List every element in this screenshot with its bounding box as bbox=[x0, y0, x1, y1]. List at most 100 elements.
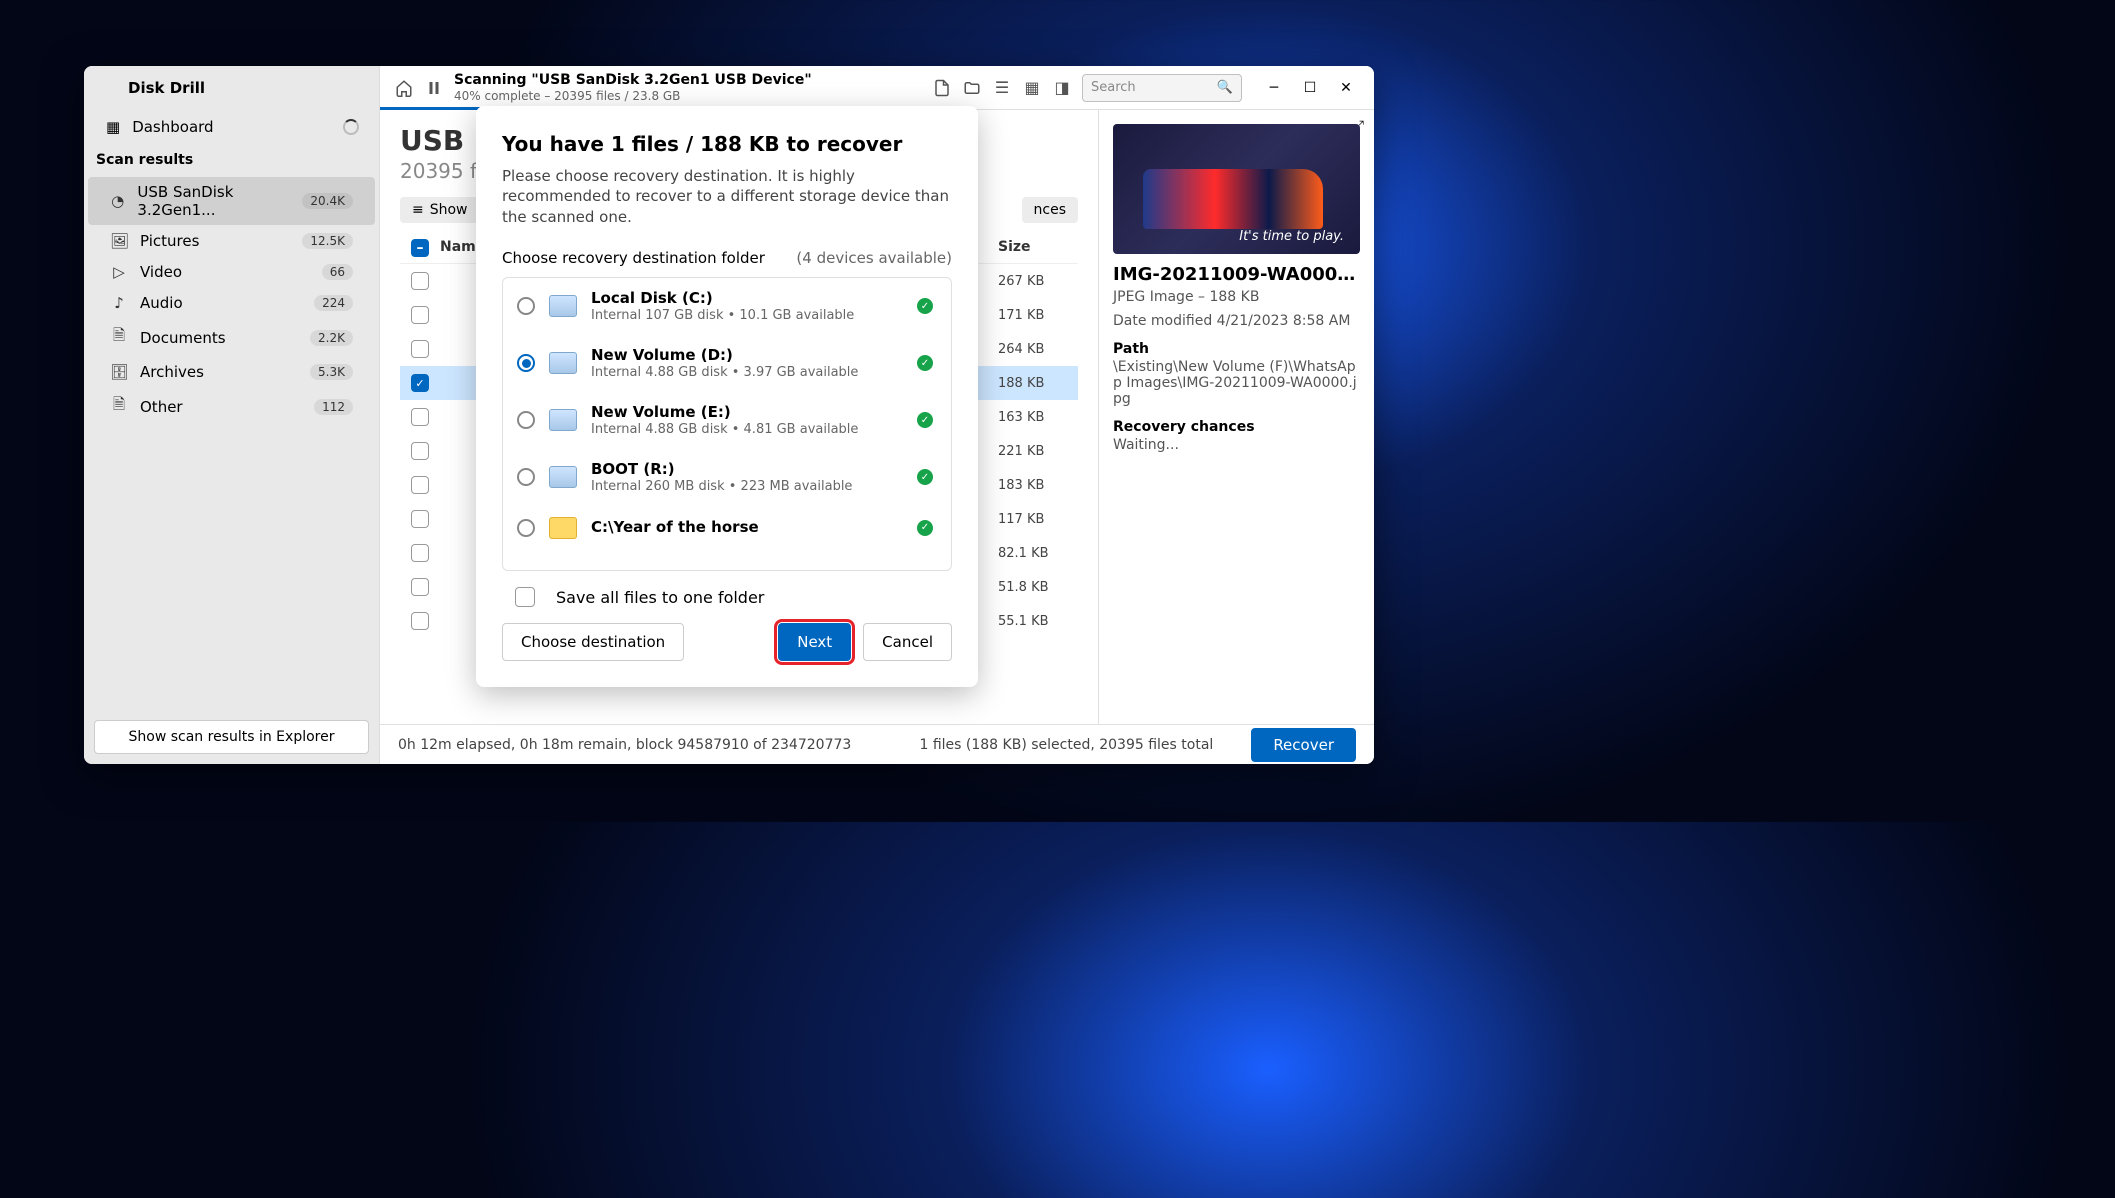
drive-icon bbox=[549, 409, 577, 431]
sidebar-item-count: 224 bbox=[314, 295, 353, 311]
sidebar-item-1[interactable]: 🖼Pictures12.5K bbox=[88, 226, 375, 256]
sidebar-dashboard[interactable]: ▦ Dashboard bbox=[84, 110, 379, 144]
preview-filename: IMG-20211009-WA0000.j... bbox=[1113, 264, 1360, 285]
sidebar-item-4[interactable]: 🗎 Documents 2.2K bbox=[88, 319, 375, 356]
drive-icon bbox=[549, 466, 577, 488]
drive-icon bbox=[549, 295, 577, 317]
search-input[interactable]: Search 🔍 bbox=[1082, 74, 1242, 102]
sidebar-item-icon: 🗎 bbox=[110, 325, 128, 350]
thumb-caption: It's time to play. bbox=[1239, 229, 1344, 244]
sidebar-item-2[interactable]: ▷Video66 bbox=[88, 257, 375, 287]
destination-sub: Internal 260 MB disk • 223 MB available bbox=[591, 479, 903, 495]
menu-icon[interactable] bbox=[96, 78, 116, 98]
destination-name: Local Disk (C:) bbox=[591, 289, 903, 308]
sidebar-item-count: 5.3K bbox=[310, 364, 353, 380]
row-checkbox[interactable] bbox=[411, 578, 429, 596]
app-header: Disk Drill bbox=[84, 66, 379, 110]
dialog-desc: Please choose recovery destination. It i… bbox=[502, 166, 952, 227]
recover-button[interactable]: Recover bbox=[1251, 728, 1356, 762]
save-one-label: Save all files to one folder bbox=[556, 588, 764, 607]
devices-count: (4 devices available) bbox=[796, 249, 952, 267]
search-icon: 🔍 bbox=[1217, 80, 1233, 95]
show-in-explorer-button[interactable]: Show scan results in Explorer bbox=[94, 720, 369, 754]
home-icon[interactable] bbox=[394, 78, 414, 98]
destination-radio[interactable] bbox=[517, 468, 535, 486]
choose-heading: Choose recovery destination folder bbox=[502, 249, 765, 267]
sidebar-item-label: Pictures bbox=[140, 232, 199, 250]
destination-name: New Volume (D:) bbox=[591, 346, 903, 365]
row-checkbox[interactable] bbox=[411, 442, 429, 460]
dialog-title: You have 1 files / 188 KB to recover bbox=[502, 132, 952, 156]
filter-chances[interactable]: nces bbox=[1022, 197, 1078, 223]
destination-option[interactable]: New Volume (D:)Internal 4.88 GB disk • 3… bbox=[503, 335, 947, 392]
sidebar-item-label: USB SanDisk 3.2Gen1... bbox=[137, 183, 290, 219]
folder-icon[interactable] bbox=[962, 78, 982, 98]
sidebar-item-label: Documents bbox=[140, 329, 226, 347]
destination-radio[interactable] bbox=[517, 411, 535, 429]
minimize-button[interactable]: ─ bbox=[1260, 74, 1288, 102]
destination-sub: Internal 4.88 GB disk • 3.97 GB availabl… bbox=[591, 365, 903, 381]
destination-radio[interactable] bbox=[517, 297, 535, 315]
row-checkbox[interactable]: ✓ bbox=[411, 374, 429, 392]
drive-icon bbox=[549, 352, 577, 374]
filter-show[interactable]: ≡Show bbox=[400, 197, 480, 223]
row-size: 51.8 KB bbox=[998, 580, 1078, 595]
sidebar-item-icon: ◔ bbox=[110, 192, 125, 210]
spinner-icon bbox=[343, 119, 359, 135]
folder-icon bbox=[549, 517, 577, 539]
sidebar-item-3[interactable]: ♪Audio224 bbox=[88, 288, 375, 318]
close-button[interactable]: ✕ bbox=[1332, 74, 1360, 102]
row-checkbox[interactable] bbox=[411, 408, 429, 426]
destination-option[interactable]: C:\Year of the horse✓ bbox=[503, 506, 947, 550]
sidebar-item-6[interactable]: 🗎Other112 bbox=[88, 388, 375, 425]
destination-option[interactable]: Local Disk (C:)Internal 107 GB disk • 10… bbox=[503, 278, 947, 335]
toolbar: Scanning "USB SanDisk 3.2Gen1 USB Device… bbox=[380, 66, 1374, 110]
destination-option[interactable]: BOOT (R:)Internal 260 MB disk • 223 MB a… bbox=[503, 449, 947, 506]
row-checkbox[interactable] bbox=[411, 476, 429, 494]
cancel-button[interactable]: Cancel bbox=[863, 623, 952, 661]
sidebar-item-count: 112 bbox=[314, 399, 353, 415]
row-checkbox[interactable] bbox=[411, 544, 429, 562]
check-icon: ✓ bbox=[917, 298, 933, 314]
pause-icon[interactable] bbox=[424, 78, 444, 98]
destination-name: BOOT (R:) bbox=[591, 460, 903, 479]
preview-type: JPEG Image – 188 KB bbox=[1113, 289, 1360, 305]
sidebar-item-0[interactable]: ◔ USB SanDisk 3.2Gen1... 20.4K bbox=[88, 177, 375, 225]
preview-thumbnail[interactable]: It's time to play. bbox=[1113, 124, 1360, 254]
preview-rc: Waiting... bbox=[1113, 437, 1360, 453]
list-view-icon[interactable]: ☰ bbox=[992, 78, 1012, 98]
col-size[interactable]: Size bbox=[998, 239, 1078, 257]
row-size: 163 KB bbox=[998, 410, 1078, 425]
row-size: 267 KB bbox=[998, 274, 1078, 289]
destination-radio[interactable] bbox=[517, 519, 535, 537]
row-checkbox[interactable] bbox=[411, 340, 429, 358]
choose-destination-button[interactable]: Choose destination bbox=[502, 623, 684, 661]
row-checkbox[interactable] bbox=[411, 272, 429, 290]
save-one-folder-checkbox[interactable] bbox=[515, 587, 535, 607]
row-size: 82.1 KB bbox=[998, 546, 1078, 561]
destination-option[interactable]: New Volume (E:)Internal 4.88 GB disk • 4… bbox=[503, 392, 947, 449]
preview-pane: ⤢ It's time to play. IMG-20211009-WA0000… bbox=[1098, 110, 1374, 724]
row-size: 264 KB bbox=[998, 342, 1078, 357]
file-icon[interactable] bbox=[932, 78, 952, 98]
sidebar-item-5[interactable]: 🗄Archives5.3K bbox=[88, 357, 375, 387]
destination-radio[interactable] bbox=[517, 354, 535, 372]
row-checkbox[interactable] bbox=[411, 510, 429, 528]
grid-view-icon[interactable]: ▦ bbox=[1022, 78, 1042, 98]
row-checkbox[interactable] bbox=[411, 612, 429, 630]
row-size: 183 KB bbox=[998, 478, 1078, 493]
sidebar-item-count: 20.4K bbox=[302, 193, 353, 209]
row-checkbox[interactable] bbox=[411, 306, 429, 324]
panel-icon[interactable]: ◨ bbox=[1052, 78, 1072, 98]
maximize-button[interactable]: ☐ bbox=[1296, 74, 1324, 102]
next-button[interactable]: Next bbox=[778, 623, 851, 661]
sidebar-item-count: 2.2K bbox=[310, 330, 353, 346]
sidebar-section-h: Scan results bbox=[84, 144, 379, 176]
select-all-checkbox[interactable]: – bbox=[411, 239, 429, 257]
status-left: 0h 12m elapsed, 0h 18m remain, block 945… bbox=[398, 737, 851, 753]
check-icon: ✓ bbox=[917, 469, 933, 485]
preview-date: Date modified 4/21/2023 8:58 AM bbox=[1113, 313, 1360, 329]
sidebar-item-label: Archives bbox=[140, 363, 204, 381]
destination-name: New Volume (E:) bbox=[591, 403, 903, 422]
app-title: Disk Drill bbox=[128, 79, 205, 97]
